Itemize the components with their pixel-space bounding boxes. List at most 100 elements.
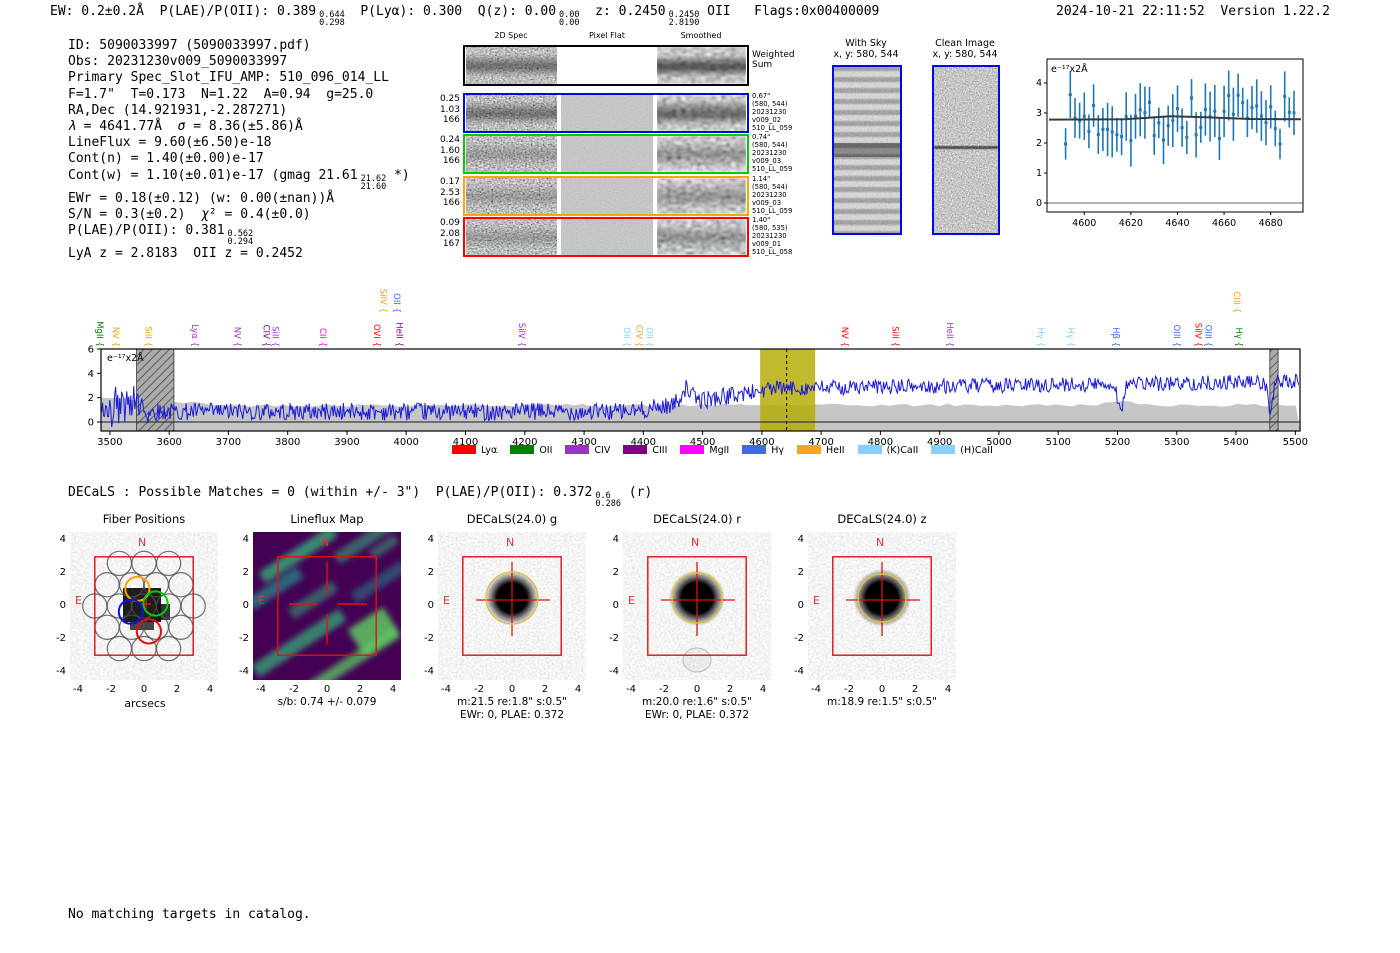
line-label-CIII: CIII { — [1231, 291, 1241, 313]
noise-texture — [561, 178, 653, 214]
decals-match-line: DECaLS : Possible Matches = 0 (within +/… — [68, 485, 652, 508]
cutout-cell — [561, 178, 653, 214]
legend-swatch — [797, 445, 821, 454]
x-tick-label: 3700 — [216, 437, 241, 448]
panel-y-tick: -2 — [229, 633, 249, 644]
panel-x-tick: -4 — [806, 684, 826, 695]
stacked-uncertainty: 21.6221.60 — [361, 175, 387, 191]
panel-y-tick: 4 — [229, 534, 249, 545]
legend-item: CIII — [623, 445, 667, 456]
stamp-title: Clean Image — [915, 38, 1015, 49]
panel-caption: m:20.0 re:1.6" s:0.5" — [597, 696, 797, 708]
panel-y-tick: -2 — [414, 633, 434, 644]
line-label-SiII: SiII { — [269, 326, 279, 347]
compass-east: E — [75, 594, 82, 607]
cutout-cell — [561, 136, 653, 172]
x-tick-label: 3500 — [97, 437, 122, 448]
version-label: Version 1.22.2 — [1220, 4, 1330, 19]
panel-x-tick: 0 — [317, 684, 337, 695]
panel-title: DECaLS(24.0) r — [607, 512, 787, 526]
fiber-id-labels: 0.67"(580, 544)20231230v009_02510_LL_059 — [752, 92, 812, 132]
panel-y-tick: -4 — [46, 666, 66, 677]
panel-x-tick: -4 — [436, 684, 456, 695]
x-tick-label: 4620 — [1119, 218, 1143, 229]
line-label-OIII: OIII { — [1202, 325, 1212, 347]
panel-y-tick: 4 — [599, 534, 619, 545]
x-tick-label: 3800 — [275, 437, 300, 448]
legend-item: OII — [510, 445, 552, 456]
panel-y-tick: -4 — [414, 666, 434, 677]
cutout-cell — [657, 136, 746, 172]
noise-texture — [934, 67, 998, 233]
compass-north: N — [691, 536, 699, 549]
line-label-SiII: SiII { — [143, 326, 153, 347]
line-label-NV: NV { — [232, 327, 242, 347]
panel-x-tick: -4 — [251, 684, 271, 695]
cutout-row — [463, 176, 749, 216]
panel-x-tick: 4 — [383, 684, 403, 695]
x-tick-label: 5200 — [1105, 437, 1130, 448]
info-line-6: λ = 4641.77Å σ = 8.36(±5.86)Å — [68, 119, 410, 135]
detection-zoom-plot: 0123446004620464046604680e⁻¹⁷x2Å — [1035, 50, 1335, 244]
stacked-uncertainty: 0.60.286 — [595, 492, 621, 508]
footer-line-1: No matching targets in catalog. — [68, 907, 311, 923]
fiber-positions-panel — [70, 532, 218, 680]
y-tick-label: 1 — [1036, 168, 1042, 179]
panel-y-tick: -4 — [599, 666, 619, 677]
cutout-cell — [657, 47, 746, 84]
line-label-CIV: CIV { — [633, 325, 643, 347]
legend-swatch — [742, 445, 766, 454]
legend-label: Hγ — [771, 445, 784, 456]
panel-x-tick: 2 — [720, 684, 740, 695]
noise-texture — [657, 219, 746, 255]
info-line-8: Cont(n) = 1.40(±0.00)e-17 — [68, 151, 410, 167]
cutout-cell — [657, 178, 746, 214]
panel-y-tick: 0 — [229, 600, 249, 611]
stamp-title: With Sky — [816, 38, 916, 49]
report-header-line: EW: 0.2±0.2Å P(LAE)/P(OII): 0.3890.6440.… — [50, 4, 879, 27]
x-tick-label: 4640 — [1165, 218, 1189, 229]
zoom-plot-svg: 0123446004620464046604680e⁻¹⁷x2Å — [1035, 50, 1335, 240]
lineflux-map-panel — [253, 532, 401, 680]
panel-caption: EWr: 0, PLAE: 0.372 — [597, 709, 797, 721]
cutout-cell — [466, 178, 557, 214]
legend-swatch — [680, 445, 704, 454]
line-label-SiIV: SiIV { — [1192, 323, 1202, 347]
compass-east: E — [258, 594, 265, 607]
legend-label: CIII — [652, 445, 667, 456]
x-tick-label: 4660 — [1212, 218, 1236, 229]
stamp-coords: x, y: 580, 544 — [915, 49, 1015, 60]
cutout-cell — [466, 136, 557, 172]
x-tick-label: 4680 — [1259, 218, 1283, 229]
line-label-Lyα: Lyα { — [189, 324, 199, 347]
panel-y-tick: 0 — [46, 600, 66, 611]
cutout-cell — [561, 219, 653, 255]
legend-item: HeII — [797, 445, 845, 456]
line-legend: LyαOIICIVCIIIMgIIHγHeII(K)CaII(H)CaII — [452, 445, 993, 456]
legend-label: Lyα — [481, 445, 497, 456]
panel-x-tick: -4 — [68, 684, 88, 695]
panel-y-tick: 2 — [229, 567, 249, 578]
x-tick-label: 4600 — [1072, 218, 1096, 229]
compass-north: N — [321, 536, 329, 549]
panel-x-tick: 4 — [568, 684, 588, 695]
panel-title: Fiber Positions — [54, 512, 234, 526]
panel-y-tick: 4 — [414, 534, 434, 545]
panel-x-tick: 2 — [535, 684, 555, 695]
legend-swatch — [623, 445, 647, 454]
noise-texture — [466, 219, 557, 255]
fiber-xlabel: arcsecs — [100, 697, 190, 710]
fiber-weight-labels: 0.092.08167 — [438, 218, 460, 250]
info-line-10: EWr = 0.18(±0.12) (w: 0.00(±nan))Å — [68, 191, 410, 207]
panel-y-tick: 2 — [414, 567, 434, 578]
line-label-Hγ: Hγ { — [1233, 327, 1243, 347]
fiber-weight-labels: 0.241.60166 — [438, 135, 460, 167]
panel-x-tick: -2 — [654, 684, 674, 695]
cutout-cell — [466, 219, 557, 255]
cutout-row — [463, 93, 749, 133]
y-tick-label: 0 — [1036, 198, 1042, 209]
noise-texture — [657, 136, 746, 172]
legend-swatch — [858, 445, 882, 454]
cutout-col-header: Pixel Flat — [562, 31, 652, 40]
y-axis-units: e⁻¹⁷x2Å — [1051, 63, 1088, 75]
